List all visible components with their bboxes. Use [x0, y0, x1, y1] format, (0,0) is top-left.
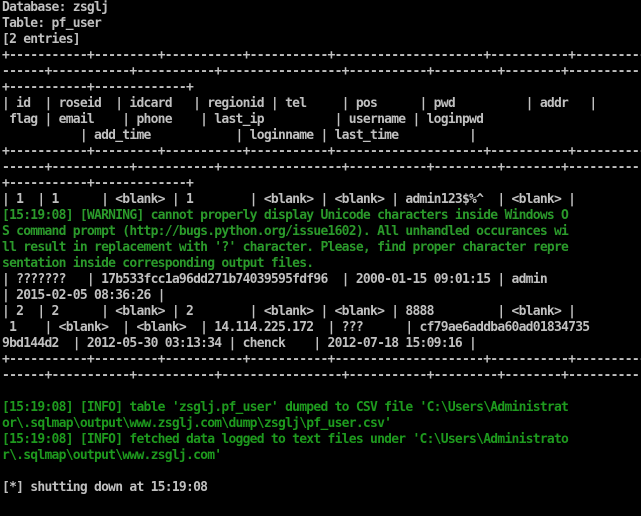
- shutdown-message: [*] shutting down at 15:19:08: [2, 480, 208, 495]
- table-header-row-2: flag | email | phone | last_ip | usernam…: [2, 112, 484, 127]
- table-border-top-wrap-1: ------+-----------+-----------+---------…: [2, 64, 640, 79]
- info-message-csv-line-1: [15:19:08] [INFO] table 'zsglj.pf_user' …: [2, 400, 569, 415]
- info-message-logged-line-2: r\.sqlmap\output\www.zsglj.com': [2, 448, 222, 463]
- table-row-2-part-3: 9bd144d2 | 2012-05-30 03:13:34 | chenck …: [2, 336, 477, 351]
- warning-message-line-4: sentation inside corresponding output fi…: [2, 256, 314, 271]
- console-window[interactable]: Database: zsglj Table: pf_user [2 entrie…: [0, 0, 641, 516]
- table-border-top-wrap-2: +-----------+-------------+: [2, 80, 194, 95]
- console-line-table: Table: pf_user: [2, 16, 102, 31]
- table-row-1-part-2: | ??????? | 17b533fcc1a96dd271b74039595f…: [2, 272, 548, 287]
- table-border-header: +-----------+---------+-----------+-----…: [2, 144, 641, 159]
- table-border-top: +-----------+---------+-----------+-----…: [2, 48, 641, 63]
- table-border-bottom: +-----------+---------+-----------+-----…: [2, 352, 641, 367]
- warning-message-line-3: ll result in replacement with '?' charac…: [2, 240, 569, 255]
- info-message-logged-line-1: [15:19:08] [INFO] fetched data logged to…: [2, 432, 569, 447]
- warning-message-line-1: [15:19:08] [WARNING] cannot properly dis…: [2, 208, 569, 223]
- table-row-2-part-1: | 2 | 2 | <blank> | 2 | <blank> | <blank…: [2, 304, 576, 319]
- table-row-1-part-3: | 2015-02-05 08:36:26 |: [2, 288, 166, 303]
- table-row-1-part-1: | 1 | 1 | <blank> | 1 | <blank> | <blank…: [2, 192, 576, 207]
- table-border-header-wrap-2: +-----------+-------------+: [2, 176, 194, 191]
- console-line-entries: [2 entries]: [2, 32, 81, 47]
- warning-message-line-2: S command prompt (http://bugs.python.org…: [2, 224, 569, 239]
- table-row-2-part-2: 1 | <blank> | <blank> | 14.114.225.172 |…: [2, 320, 590, 335]
- console-line-database: Database: zsglj: [2, 0, 109, 15]
- table-border-header-wrap-1: ------+-----------+-----------+---------…: [2, 160, 640, 175]
- table-header-row-1: | id | roseid | idcard | regionid | tel …: [2, 96, 597, 111]
- table-border-bottom-wrap: ------+-----------+-----------+---------…: [2, 368, 640, 383]
- info-message-csv-line-2: or\.sqlmap\output\www.zsglj.com\dump\zsg…: [2, 416, 392, 431]
- table-header-row-3: | add_time | loginname | last_time |: [2, 128, 477, 143]
